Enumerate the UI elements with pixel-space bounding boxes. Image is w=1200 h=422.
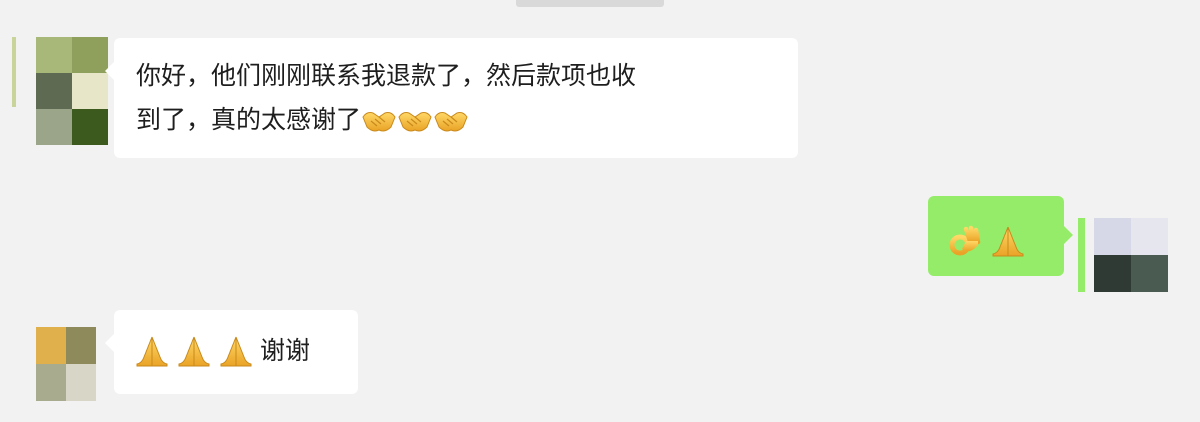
handshake-icon xyxy=(433,103,469,139)
emoji-row: 谢谢 xyxy=(134,329,310,373)
handshake-icon xyxy=(361,103,397,139)
message-text: 谢谢 xyxy=(260,336,311,365)
message-bubble-incoming[interactable]: 谢谢 xyxy=(105,310,358,394)
message-bubble-incoming[interactable]: 你好，他们刚刚联系我退款了，然后款项也收 到了，真的太感谢了 xyxy=(105,38,798,158)
self-avatar[interactable] xyxy=(1094,218,1168,292)
bubble-tail xyxy=(105,62,114,80)
message-bubble-outgoing[interactable] xyxy=(928,196,1073,276)
folded-hands-icon xyxy=(990,223,1026,259)
message-text-line: 你好，他们刚刚联系我退款了，然后款项也收 xyxy=(136,61,637,90)
folded-hands-icon xyxy=(176,333,212,369)
contact-avatar[interactable] xyxy=(36,37,108,145)
scroll-top-handle xyxy=(516,0,664,7)
folded-hands-icon xyxy=(134,333,170,369)
message-text-line: 到了，真的太感谢了 xyxy=(136,98,776,142)
left-edge-marker xyxy=(12,37,16,107)
folded-hands-icon xyxy=(218,333,254,369)
selection-edge xyxy=(1078,218,1085,292)
handshake-icon xyxy=(397,103,433,139)
bubble-tail xyxy=(105,334,114,352)
contact-avatar[interactable] xyxy=(36,327,96,401)
ok-hand-icon xyxy=(948,223,984,259)
message-text: 到了，真的太感谢了 xyxy=(136,105,362,134)
bubble-tail xyxy=(1064,226,1073,244)
emoji-row xyxy=(948,223,1026,259)
